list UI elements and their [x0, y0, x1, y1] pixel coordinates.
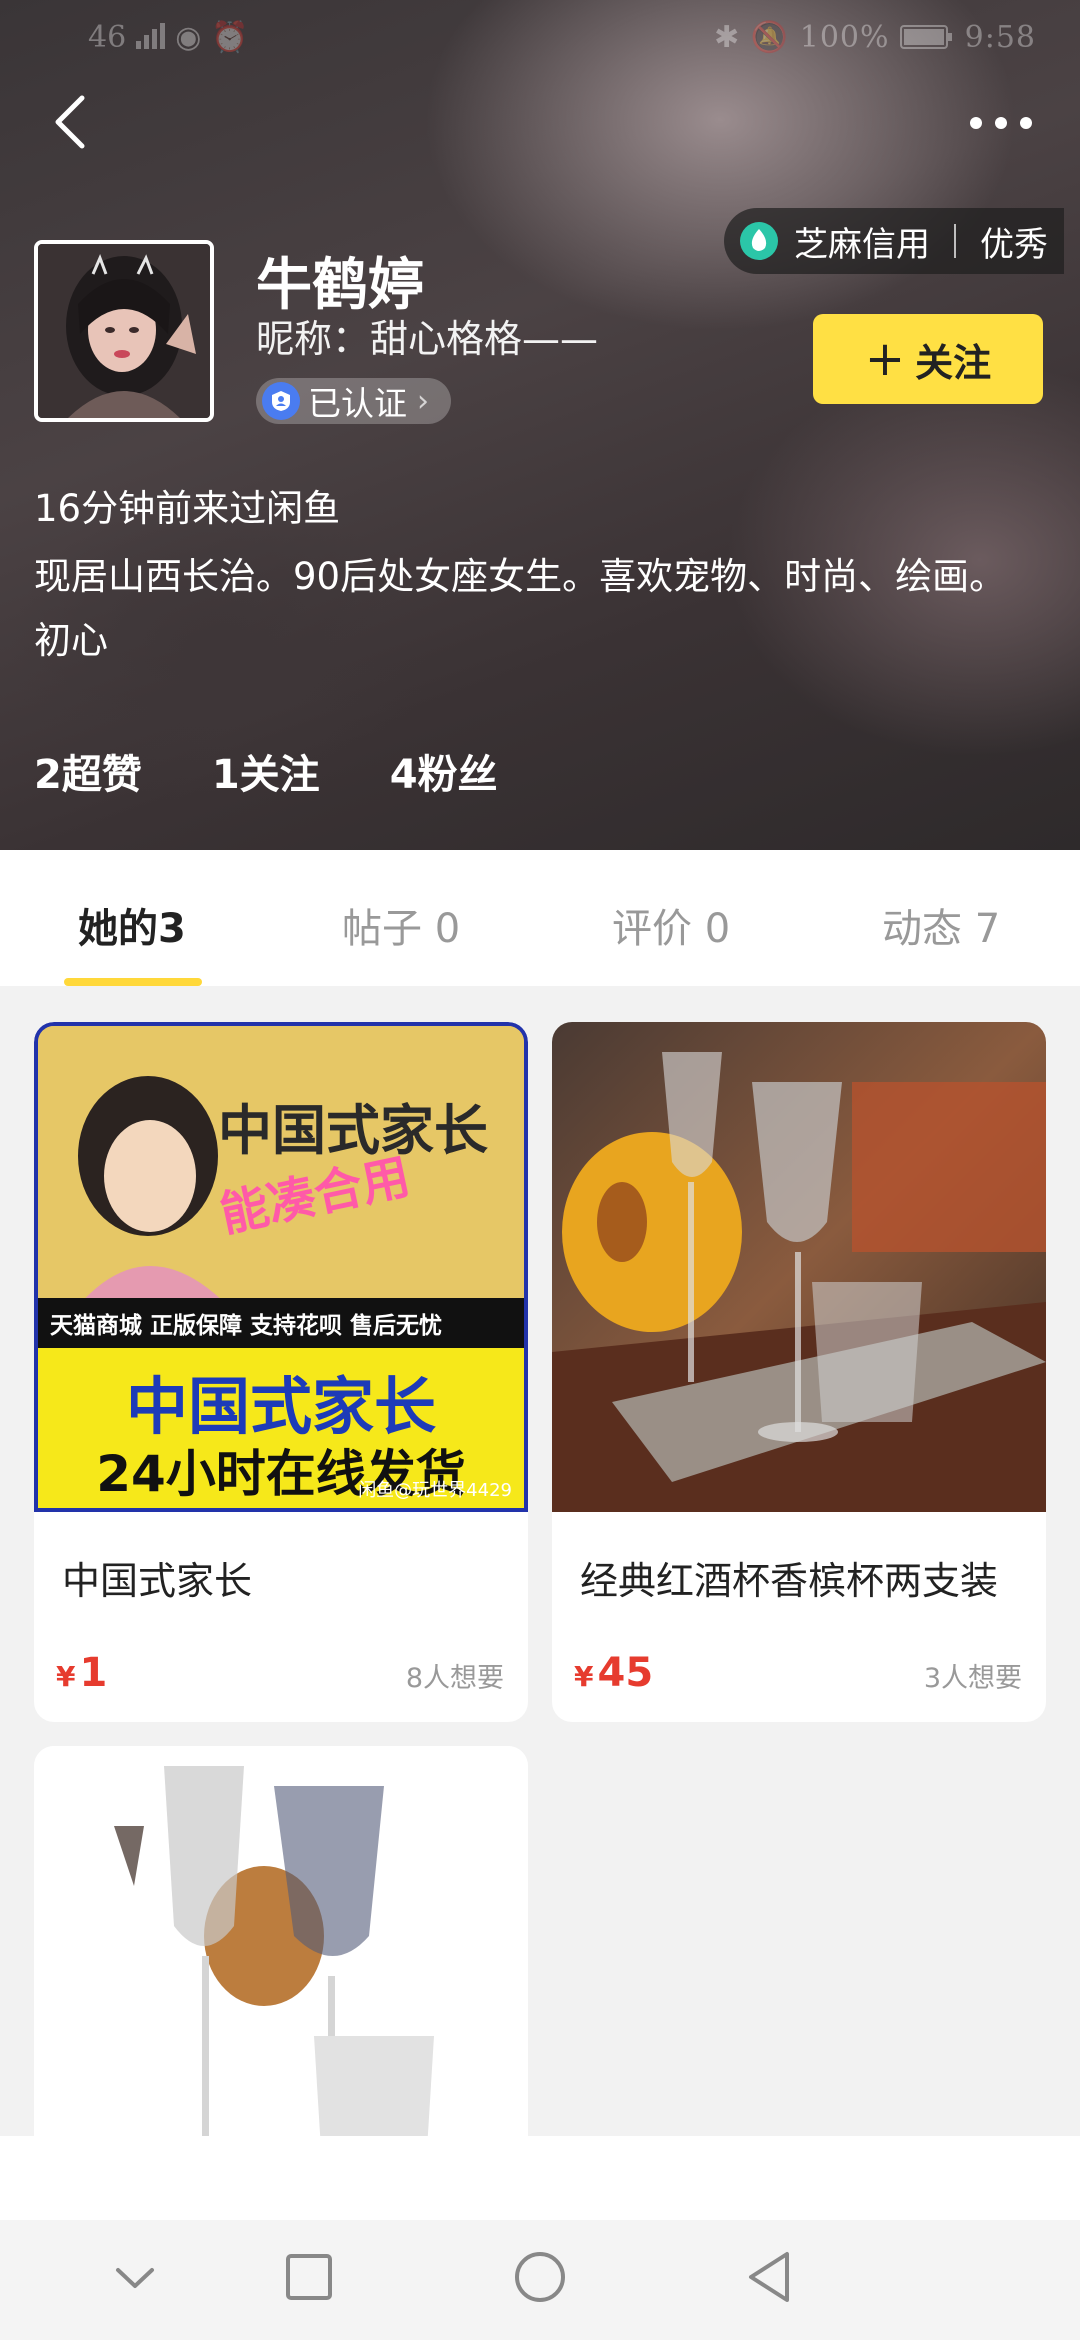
item-card[interactable]: 经典红酒杯香槟杯两支装 ¥45 3人想要 [552, 1022, 1046, 1722]
alarm-icon: ⏰ [211, 20, 249, 55]
avatar-image [38, 244, 210, 418]
item-price: ¥45 [574, 1650, 653, 1696]
circle-icon [515, 2252, 565, 2302]
item-wants: 3人想要 [923, 1663, 1022, 1694]
nav-recents-button[interactable] [274, 2244, 344, 2314]
stat-likes[interactable]: 2超赞 [34, 742, 142, 800]
avatar[interactable] [34, 240, 214, 422]
eye-icon: ◉ [175, 20, 202, 55]
image-text-banner: 天猫商城 正版保障 支持花呗 售后无忧 [50, 1313, 443, 1339]
plus-icon: + [864, 331, 906, 387]
currency-symbol: ¥ [56, 1660, 76, 1693]
chevron-down-icon [116, 2268, 154, 2288]
verified-label: 已认证 [308, 384, 407, 423]
credit-divider [954, 224, 956, 258]
credit-badge[interactable]: 芝麻信用 优秀 [724, 208, 1064, 274]
item-card[interactable]: 中国式家长 能凑合用 天猫商城 正版保障 支持花呗 售后无忧 中国式家长 24小… [34, 1022, 528, 1722]
signal-icon [135, 23, 165, 49]
profile-nickname: 昵称：甜心格格—— [256, 317, 599, 361]
status-right: ✱ 🔕 100% 9:58 [714, 20, 1036, 55]
clock: 9:58 [964, 20, 1036, 55]
profile-bio: 现居山西长治。90后处女座女生。喜欢宠物、时尚、绘画。初心 [34, 555, 1007, 662]
bottom-area [0, 2136, 1080, 2220]
tab-reviews[interactable]: 评价 0 [612, 896, 730, 954]
credit-rating: 优秀 [980, 224, 1048, 265]
currency-symbol: ¥ [574, 1660, 594, 1693]
item-title: 中国式家长 [62, 1559, 253, 1603]
item-card[interactable] [34, 1746, 528, 2166]
bluetooth-icon: ✱ [714, 20, 741, 55]
item-price: ¥1 [56, 1650, 107, 1696]
image-watermark: 闲鱼@玩世界4429 [358, 1480, 512, 1501]
item-image [552, 1022, 1046, 1512]
item-image [34, 1746, 528, 2166]
profile-stats: 2超赞 1关注 4粉丝 [34, 742, 568, 800]
follow-label: 关注 [915, 340, 992, 385]
more-button[interactable] [966, 98, 1036, 148]
tab-her-items[interactable]: 她的3 [78, 896, 186, 954]
tab-posts[interactable]: 帖子 0 [342, 896, 460, 954]
tab-activity[interactable]: 动态 7 [882, 896, 1000, 954]
item-title: 经典红酒杯香槟杯两支装 [580, 1559, 999, 1603]
follow-button[interactable]: + 关注 [813, 314, 1043, 404]
nav-collapse-button[interactable] [100, 2244, 170, 2314]
square-icon [286, 2254, 332, 2300]
price-value: 1 [79, 1650, 108, 1696]
last-seen-text: 16分钟前来过闲鱼 [34, 487, 341, 530]
credit-label: 芝麻信用 [794, 224, 930, 265]
system-nav-bar [0, 2220, 1080, 2340]
chevron-right-icon: › [417, 383, 429, 419]
profile-tabs: 她的3 帖子 0 评价 0 动态 7 [0, 850, 1080, 986]
verified-badge[interactable]: 已认证 › [256, 378, 451, 424]
stat-fans[interactable]: 4粉丝 [390, 742, 498, 800]
nav-home-button[interactable] [505, 2244, 575, 2314]
item-image-art [34, 1746, 528, 2166]
triangle-back-icon [749, 2252, 789, 2302]
signal-indicator: 46 ◉ ⏰ [88, 20, 248, 55]
item-image-art [552, 1022, 1046, 1512]
tab-indicator [64, 978, 202, 986]
status-bar: 46 ◉ ⏰ ✱ 🔕 100% 9:58 [0, 20, 1080, 64]
item-wants: 8人想要 [405, 1663, 504, 1694]
price-value: 45 [597, 1650, 654, 1696]
battery-icon [900, 25, 953, 49]
verified-icon [262, 382, 300, 420]
chevron-left-icon [55, 95, 85, 149]
stat-following[interactable]: 1关注 [212, 742, 320, 800]
item-image: 中国式家长 能凑合用 天猫商城 正版保障 支持花呗 售后无忧 中国式家长 24小… [34, 1022, 528, 1512]
profile-header: 46 ◉ ⏰ ✱ 🔕 100% 9:58 牛鹤婷 昵称：甜心格格—— 已认证 ›… [0, 0, 1080, 850]
network-label: 46 [88, 20, 127, 55]
battery-percent: 100% [799, 20, 890, 55]
image-text-big1: 中国式家长 [125, 1370, 436, 1443]
sesame-credit-icon [740, 222, 778, 260]
mute-icon: 🔕 [750, 20, 790, 55]
more-dots-icon [970, 117, 1032, 129]
nav-back-button[interactable] [735, 2244, 805, 2314]
back-button[interactable] [48, 92, 98, 152]
